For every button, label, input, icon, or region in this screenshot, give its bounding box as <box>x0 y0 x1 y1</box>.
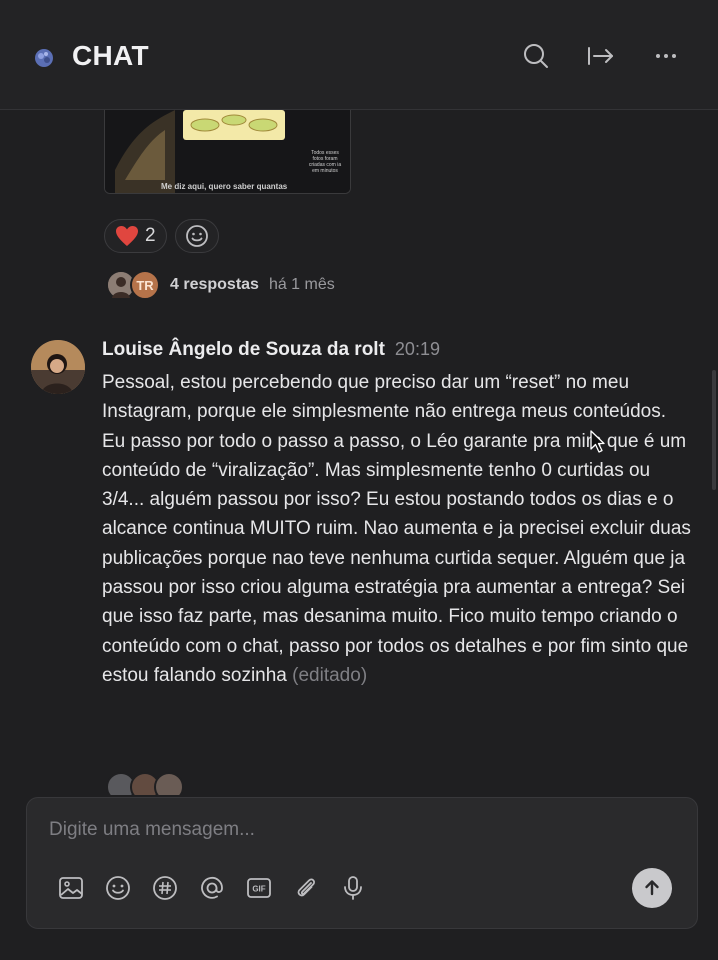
message-header: Louise Ângelo de Souza da rolt 20:19 <box>102 339 440 361</box>
replies-count[interactable]: 4 respostas <box>170 276 259 294</box>
heart-icon <box>116 226 138 246</box>
edited-label: (editado) <box>292 664 368 686</box>
attach-file-button[interactable] <box>290 872 322 904</box>
thread-replies-link[interactable]: TR 4 respostas há 1 mês <box>106 269 335 301</box>
arrow-up-icon <box>645 880 659 896</box>
message-body: Pessoal, estou percebendo que preciso da… <box>102 372 691 686</box>
image-text-caption: Me diz aqui, quero saber quantas <box>161 182 288 191</box>
gif-button[interactable]: GIF <box>243 872 275 904</box>
message-image-attachment[interactable]: Todos esses fotos foram criadas com ia e… <box>104 110 351 194</box>
gif-icon: GIF <box>247 878 271 898</box>
mouse-cursor-icon <box>590 430 605 453</box>
avatar: TR <box>130 270 160 300</box>
search-icon <box>524 44 548 68</box>
reaction-bar: 2 <box>104 219 219 253</box>
leave-chat-button[interactable] <box>585 40 617 72</box>
author-name[interactable]: Louise Ângelo de Souza da rolt <box>102 339 385 361</box>
voice-message-button[interactable] <box>337 872 369 904</box>
reaction-count: 2 <box>145 225 156 246</box>
hashtag-button[interactable] <box>149 872 181 904</box>
message-text: Pessoal, estou percebendo que preciso da… <box>102 368 694 690</box>
chat-logo-icon <box>35 49 53 67</box>
author-avatar[interactable] <box>31 340 85 394</box>
message-input[interactable] <box>49 814 649 846</box>
hashtag-icon <box>153 876 177 900</box>
exit-to-right-icon <box>588 47 613 65</box>
user-photo-icon <box>31 340 85 394</box>
message-feed[interactable]: Todos esses fotos foram criadas com ia e… <box>0 110 718 795</box>
search-button[interactable] <box>520 40 552 72</box>
more-options-button[interactable] <box>650 40 682 72</box>
message-time: 20:19 <box>394 339 440 359</box>
microphone-icon <box>344 876 362 900</box>
chat-header: CHAT <box>0 0 718 110</box>
mention-button[interactable] <box>196 872 228 904</box>
more-horizontal-icon <box>656 54 676 58</box>
image-text-note: Todos esses fotos foram criadas com ia e… <box>308 150 342 174</box>
avatar <box>154 772 184 795</box>
svg-text:GIF: GIF <box>252 885 265 894</box>
attach-image-button[interactable] <box>55 872 87 904</box>
emoji-button[interactable] <box>102 872 134 904</box>
reaction-heart-button[interactable]: 2 <box>104 219 167 253</box>
smiley-icon <box>185 225 208 247</box>
replies-timestamp: há 1 mês <box>268 276 335 293</box>
add-reaction-button[interactable] <box>174 219 219 253</box>
message-composer: GIF <box>26 797 698 929</box>
send-button[interactable] <box>632 868 672 908</box>
feed-scrollbar[interactable] <box>712 370 716 490</box>
attachment-icon <box>297 878 315 897</box>
page-title: CHAT <box>72 40 149 71</box>
emoji-icon <box>106 876 130 900</box>
composer-toolbar: GIF <box>55 872 369 904</box>
mention-icon <box>201 876 223 899</box>
next-thread-avatars <box>106 772 184 795</box>
image-icon <box>59 877 83 899</box>
